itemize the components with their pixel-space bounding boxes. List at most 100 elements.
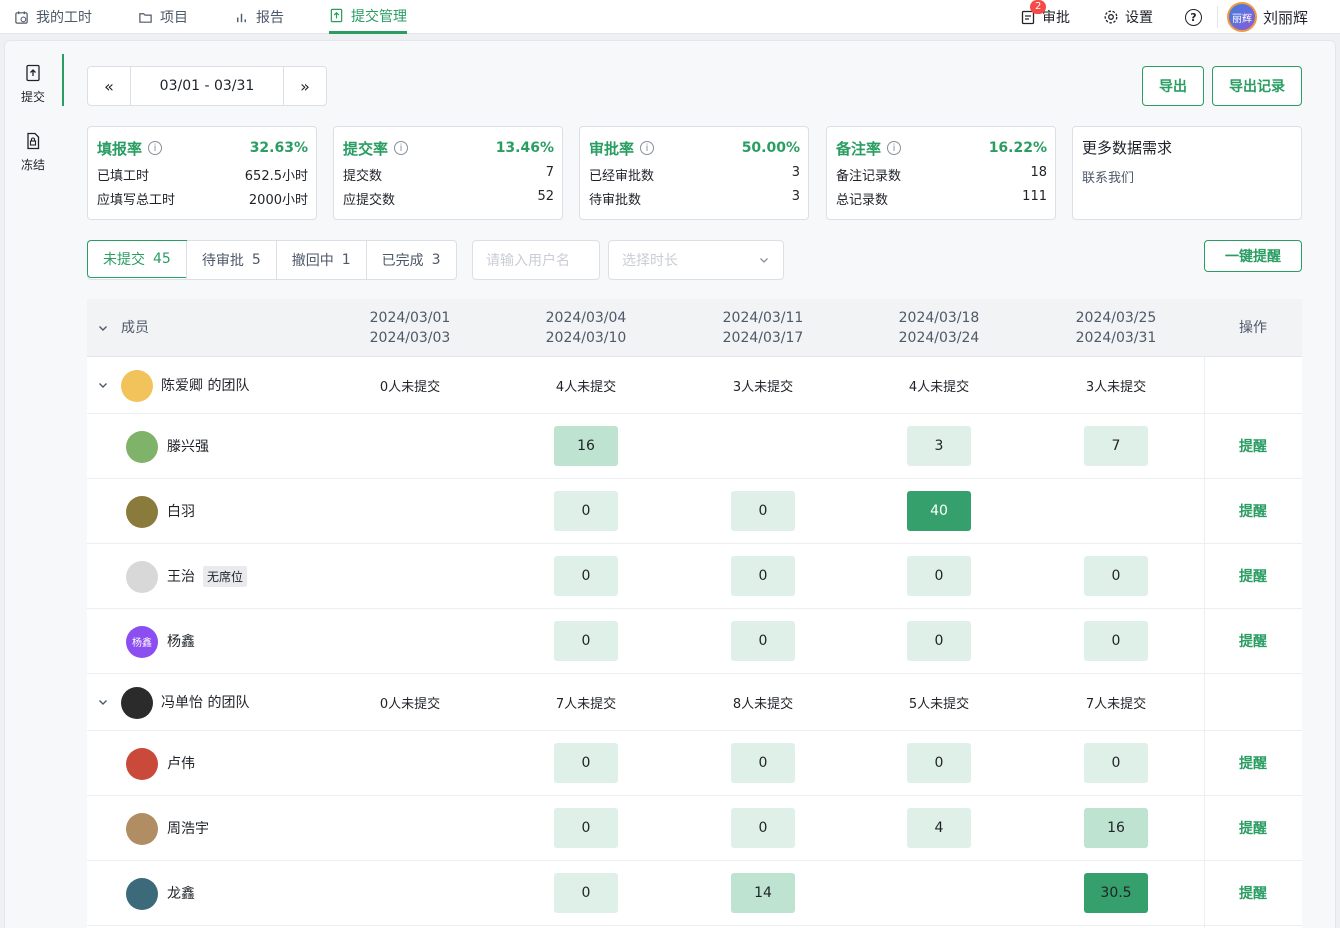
member-name: 周浩宇 — [167, 796, 209, 860]
hours-chip[interactable]: 0 — [554, 873, 618, 913]
hours-chip[interactable]: 0 — [731, 808, 795, 848]
tab-submit-management[interactable]: 提交管理 — [329, 0, 407, 34]
remind-all-button[interactable]: 一键提醒 — [1204, 240, 1302, 272]
week-cell: 16 — [1056, 796, 1176, 860]
divider — [1217, 6, 1218, 28]
hours-chip[interactable]: 16 — [554, 426, 618, 466]
week-cell: 0 — [703, 796, 823, 860]
search-input[interactable]: 请输入用户名 — [472, 240, 600, 280]
name-text: 周浩宇 — [167, 821, 209, 837]
hours-chip[interactable]: 0 — [731, 556, 795, 596]
team-week-summary: 4人未提交 — [555, 379, 617, 395]
hours-chip[interactable]: 7 — [1084, 426, 1148, 466]
week-date: 2024/03/18 — [898, 310, 980, 326]
name-text: 杨鑫 — [167, 634, 195, 650]
hours-chip[interactable]: 0 — [1084, 621, 1148, 661]
remind-button[interactable]: 提醒 — [1239, 479, 1267, 543]
hours-chip[interactable]: 3 — [907, 426, 971, 466]
tab-reports[interactable]: 报告 — [234, 0, 284, 34]
hours-chip[interactable]: 4 — [907, 808, 971, 848]
table-row: 白羽 0 0 40 提醒 — [87, 479, 1302, 544]
week-cell: 7 — [1056, 414, 1176, 478]
info-icon[interactable]: i — [887, 141, 902, 155]
stat-pct: 16.22% — [988, 140, 1047, 156]
contact-link[interactable]: 联系我们 — [1082, 167, 1293, 186]
info-icon[interactable]: i — [394, 141, 409, 155]
hours-chip[interactable]: 0 — [731, 743, 795, 783]
hours-chip[interactable]: 0 — [907, 743, 971, 783]
hours-chip[interactable]: 0 — [554, 491, 618, 531]
stat-label: 应提交数 — [343, 193, 396, 208]
filter-label: 未提交 — [103, 252, 145, 268]
side-freeze[interactable]: 冻结 — [10, 132, 56, 173]
team-name: 冯单怡 的团队 — [161, 674, 249, 730]
week-cell: 0 — [1056, 609, 1176, 673]
filter-withdrawing[interactable]: 撤回中 1 — [275, 241, 366, 279]
upload-doc-icon — [26, 64, 40, 82]
collapse-all-toggle[interactable] — [97, 299, 109, 357]
folder-icon — [139, 12, 152, 23]
hours-chip[interactable]: 0 — [554, 556, 618, 596]
stat-value: 2000小时 — [248, 193, 308, 208]
tab-projects[interactable]: 项目 — [138, 0, 188, 34]
hours-chip[interactable]: 30.5 — [1084, 873, 1148, 913]
week-cell: 40 — [879, 479, 999, 543]
help-button[interactable]: ? — [1185, 0, 1202, 34]
team-collapse-toggle[interactable] — [97, 674, 109, 730]
duration-select[interactable]: 选择时长 — [608, 240, 784, 280]
info-icon[interactable]: i — [148, 141, 163, 155]
avatar: 杨鑫 — [126, 625, 158, 658]
hours-chip[interactable]: 40 — [907, 491, 971, 531]
hours-chip[interactable]: 0 — [731, 491, 795, 531]
user-menu[interactable]: 丽辉 刘丽辉 — [1227, 0, 1308, 34]
settings-button[interactable]: 设置 — [1103, 0, 1153, 34]
team-row: 陈爱卿 的团队 0人未提交 4人未提交 3人未提交 4人未提交 3人未提交 — [87, 357, 1302, 414]
week-date: 2024/03/04 — [545, 310, 627, 326]
name-text: 陈爱卿 的团队 — [161, 378, 250, 394]
stat-label: 待审批数 — [589, 193, 642, 208]
date-range-display[interactable]: 03/01 - 03/31 — [130, 67, 284, 105]
hours-chip[interactable]: 0 — [731, 621, 795, 661]
tab-my-hours[interactable]: 我的工时 — [14, 0, 92, 34]
gear-icon — [1104, 10, 1118, 24]
table-row: 滕兴强 16 3 7 提醒 — [87, 414, 1302, 479]
prev-range-button[interactable]: « — [88, 67, 130, 105]
team-collapse-toggle[interactable] — [97, 357, 109, 413]
hours-chip[interactable]: 0 — [554, 808, 618, 848]
team-week-summary: 4人未提交 — [908, 379, 970, 395]
side-submit[interactable]: 提交 — [10, 64, 56, 105]
approve-button[interactable]: 2 审批 — [1020, 0, 1070, 34]
remind-button[interactable]: 提醒 — [1239, 544, 1267, 608]
next-range-button[interactable]: » — [284, 67, 326, 105]
hours-chip[interactable]: 0 — [554, 743, 618, 783]
export-button[interactable]: 导出 — [1142, 66, 1204, 106]
name-text: 滕兴强 — [167, 439, 209, 455]
hours-chip[interactable]: 0 — [907, 556, 971, 596]
hours-chip[interactable]: 0 — [907, 621, 971, 661]
remind-button[interactable]: 提醒 — [1239, 414, 1267, 478]
hours-chip[interactable]: 16 — [1084, 808, 1148, 848]
filter-pending[interactable]: 待审批 5 — [185, 241, 276, 279]
hours-chip[interactable]: 14 — [731, 873, 795, 913]
stat-label: 备注记录数 — [836, 169, 902, 184]
week-cell: 0 — [879, 609, 999, 673]
help-icon: ? — [1185, 8, 1202, 26]
hours-chip[interactable]: 0 — [554, 621, 618, 661]
side-submit-label: 提交 — [20, 90, 45, 104]
remind-button[interactable]: 提醒 — [1239, 731, 1267, 795]
remind-button[interactable]: 提醒 — [1239, 609, 1267, 673]
export-log-button[interactable]: 导出记录 — [1212, 66, 1302, 106]
more-data-card[interactable]: 更多数据需求 联系我们 — [1072, 126, 1302, 220]
filter-unsubmitted[interactable]: 未提交 45 — [87, 240, 187, 278]
bar-chart-icon — [237, 13, 246, 22]
stat-label: 应填写总工时 — [97, 193, 176, 208]
remind-button[interactable]: 提醒 — [1239, 861, 1267, 925]
filter-completed[interactable]: 已完成 3 — [365, 241, 456, 279]
hours-chip[interactable]: 0 — [1084, 556, 1148, 596]
week-date: 2024/03/24 — [898, 330, 980, 346]
hours-chip[interactable]: 0 — [1084, 743, 1148, 783]
filter-label: 撤回中 — [291, 253, 334, 269]
member-name: 王治 无席位 — [167, 544, 248, 608]
remind-button[interactable]: 提醒 — [1239, 796, 1267, 860]
info-icon[interactable]: i — [640, 141, 655, 155]
